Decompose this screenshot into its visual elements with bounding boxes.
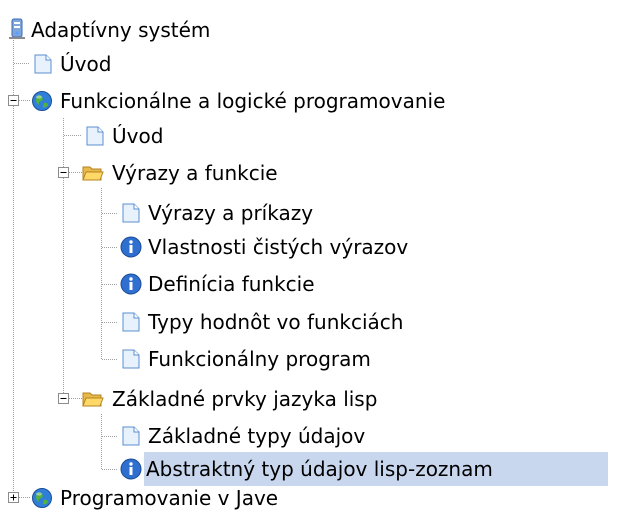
tree-node-root[interactable]: Adaptívny systém <box>0 13 617 47</box>
tree-node-label[interactable]: Funkcionálny program <box>146 342 373 376</box>
tree-node-label[interactable]: Základné prvky jazyka lisp <box>110 382 379 416</box>
page-icon <box>34 54 52 74</box>
info-icon <box>120 273 142 295</box>
tree-node[interactable]: Programovanie v Jave <box>0 481 617 515</box>
tree-node[interactable]: Typy hodnôt vo funkciách <box>0 305 617 339</box>
page-icon <box>122 349 140 369</box>
page-icon <box>122 426 140 446</box>
expand-toggle-icon[interactable] <box>8 492 19 503</box>
folder-open-icon <box>82 392 104 407</box>
collapse-toggle-icon[interactable] <box>58 393 69 404</box>
tree-node[interactable]: Základné typy údajov <box>0 419 617 453</box>
info-icon <box>120 236 142 258</box>
tree-node-label[interactable]: Úvod <box>58 47 113 81</box>
server-icon <box>9 18 25 39</box>
globe-icon <box>32 91 52 111</box>
globe-icon <box>32 488 52 508</box>
tree-node[interactable]: Úvod <box>0 119 617 153</box>
tree-node-label[interactable]: Základné typy údajov <box>146 419 367 453</box>
folder-open-icon <box>82 166 104 181</box>
page-icon <box>122 203 140 223</box>
page-icon <box>86 126 104 146</box>
tree-view: Adaptívny systém Úvod Funkcionálne a log… <box>0 0 617 522</box>
tree-node[interactable]: Funkcionálne a logické programovanie <box>0 84 617 118</box>
tree-node[interactable]: Vlastnosti čistých výrazov <box>0 230 617 264</box>
tree-node[interactable]: Funkcionálny program <box>0 342 617 376</box>
collapse-toggle-icon[interactable] <box>58 167 69 178</box>
tree-node[interactable]: Definícia funkcie <box>0 267 617 301</box>
tree-node[interactable]: Výrazy a príkazy <box>0 196 617 230</box>
collapse-toggle-icon[interactable] <box>8 95 19 106</box>
tree-node-label[interactable]: Funkcionálne a logické programovanie <box>58 84 447 118</box>
tree-node-label[interactable]: Výrazy a príkazy <box>146 196 315 230</box>
tree-node[interactable]: Úvod <box>0 47 617 81</box>
tree-node[interactable]: Základné prvky jazyka lisp <box>0 382 617 416</box>
tree-node-label[interactable]: Definícia funkcie <box>146 267 317 301</box>
tree-node-label[interactable]: Vlastnosti čistých výrazov <box>146 230 410 264</box>
tree-node-label[interactable]: Typy hodnôt vo funkciách <box>146 305 405 339</box>
tree-node[interactable]: Výrazy a funkcie <box>0 156 617 190</box>
tree-node-label[interactable]: Úvod <box>110 119 165 153</box>
tree-node-label[interactable]: Výrazy a funkcie <box>110 156 280 190</box>
page-icon <box>122 312 140 332</box>
tree-node-label[interactable]: Programovanie v Jave <box>58 481 280 515</box>
info-icon <box>120 458 142 480</box>
tree-node-label[interactable]: Adaptívny systém <box>29 13 212 47</box>
